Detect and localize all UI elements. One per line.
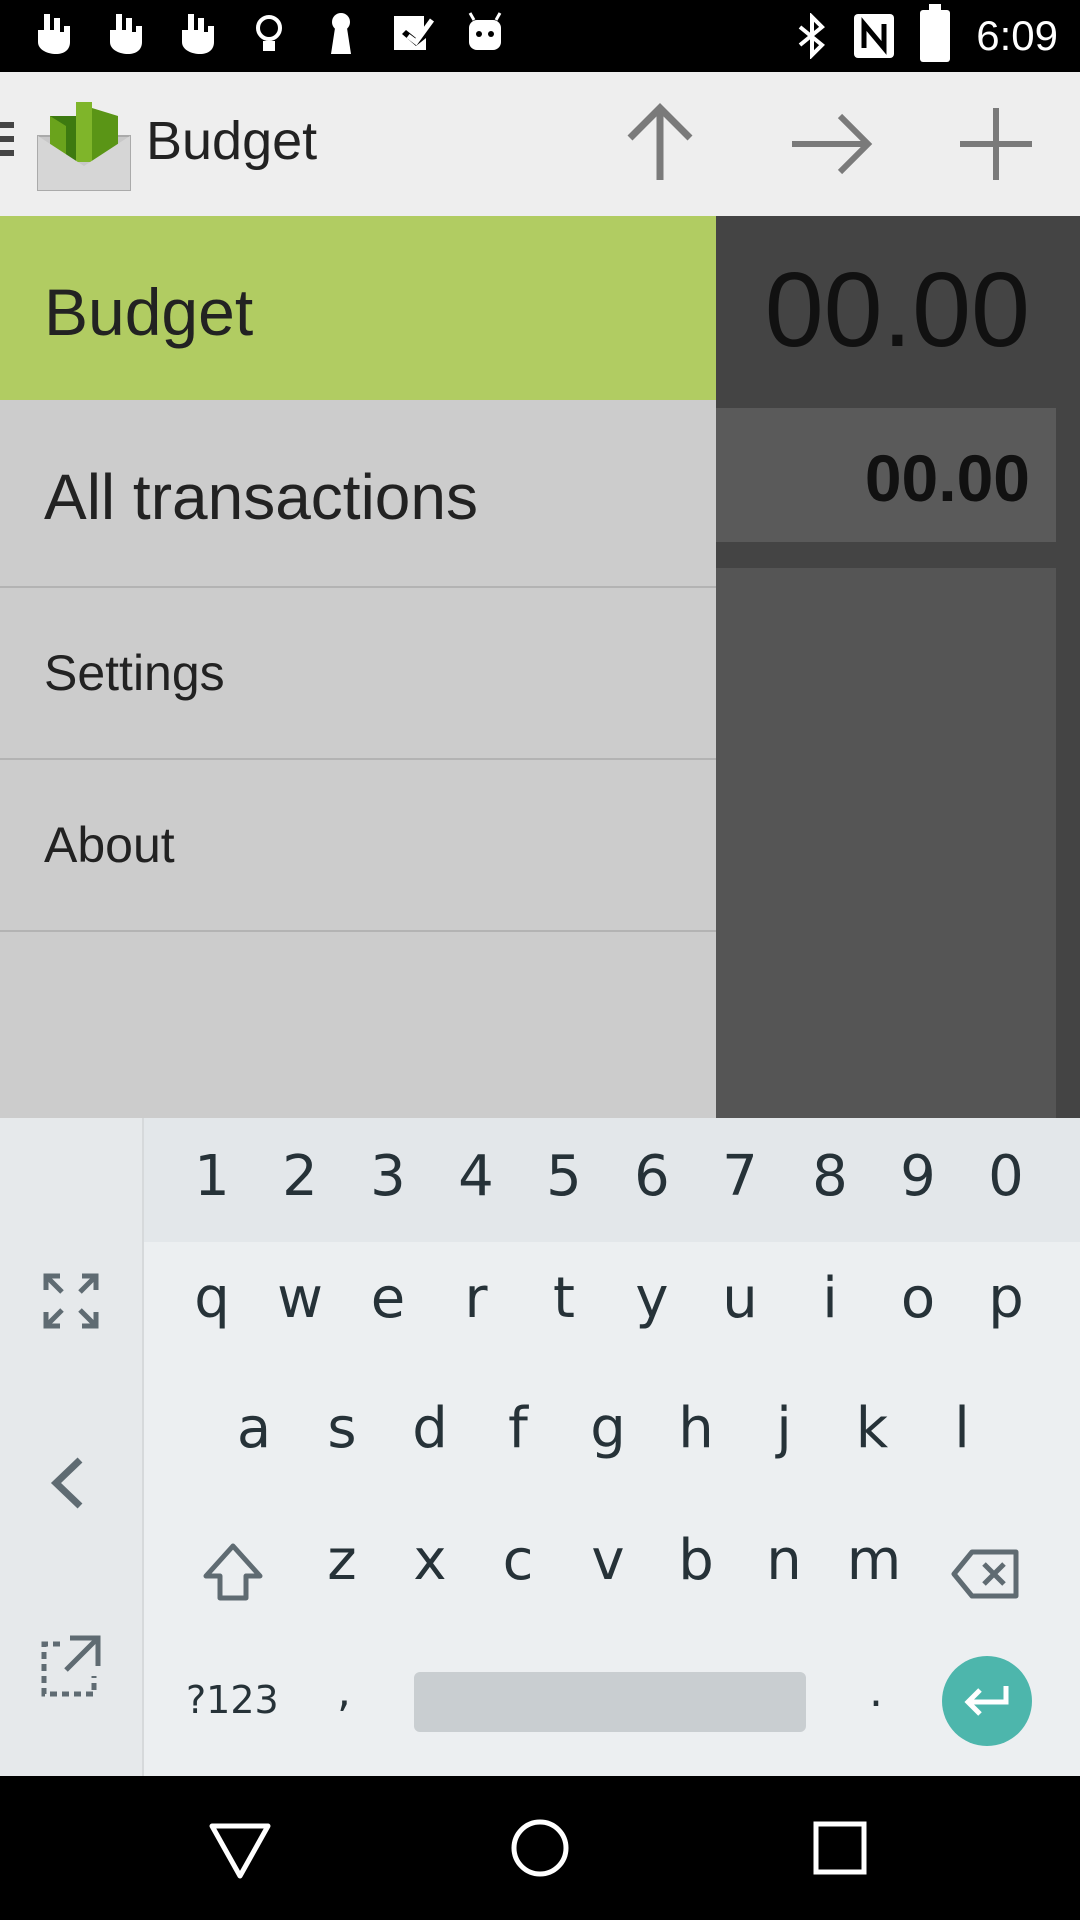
key-z[interactable]: z [302,1528,382,1593]
key-t[interactable]: t [524,1266,604,1331]
key-2[interactable]: 2 [260,1144,340,1209]
nfc-icon [854,14,895,58]
key-j[interactable]: j [744,1396,824,1461]
keyboard-side-panel [0,1118,144,1776]
drawer-item-label: Settings [44,645,225,701]
expand-icon[interactable] [36,1266,106,1336]
key-i[interactable]: i [790,1266,870,1331]
drawer-item-budget[interactable]: Budget [0,216,716,400]
menu-icon[interactable] [0,122,14,166]
soft-keyboard: 1 2 3 4 5 6 7 8 9 0 q w e r t y u i o p … [0,1118,1080,1776]
key-1[interactable]: 1 [172,1144,252,1209]
drawer-item-about[interactable]: About [0,760,716,932]
key-9[interactable]: 9 [878,1144,958,1209]
key-y[interactable]: y [612,1266,692,1331]
recents-icon[interactable] [798,1806,882,1890]
key-o[interactable]: o [878,1266,958,1331]
key-d[interactable]: d [390,1396,470,1461]
key-a[interactable]: a [214,1396,294,1461]
key-v[interactable]: v [568,1528,648,1593]
key-s[interactable]: s [302,1396,382,1461]
key-x[interactable]: x [390,1528,470,1593]
list-card [716,568,1056,1120]
drawer-item-label: All transactions [44,461,478,533]
status-bar: 6:09 [0,0,1080,72]
key-l[interactable]: l [922,1396,1002,1461]
battery-icon [920,4,951,62]
key-q[interactable]: q [172,1266,252,1331]
system-nav-bar [0,1776,1080,1920]
drawer-item-settings[interactable]: Settings [0,588,716,760]
arrow-up-icon[interactable] [612,96,708,192]
key-r[interactable]: r [436,1266,516,1331]
summary-card-amount: 00.00 [864,441,1030,515]
app-title: Budget [146,111,318,171]
key-6[interactable]: 6 [612,1144,692,1209]
space-bar[interactable] [414,1672,806,1732]
bluetooth-icon [798,13,826,59]
drawer-item-label: About [44,817,175,873]
bulb-icon [246,10,292,56]
key-3[interactable]: 3 [348,1144,428,1209]
plus-icon[interactable] [948,96,1044,192]
key-f[interactable]: f [478,1396,558,1461]
key-n[interactable]: n [744,1528,824,1593]
key-b[interactable]: b [656,1528,736,1593]
check-icon [390,10,436,56]
navigation-drawer: Budget All transactions Settings About [0,216,716,1118]
symbols-key[interactable]: ?123 [186,1678,279,1722]
comma-key[interactable]: , [304,1666,384,1717]
key-u[interactable]: u [700,1266,780,1331]
backspace-icon[interactable] [950,1546,1022,1602]
home-icon[interactable] [498,1806,582,1890]
key-0[interactable]: 0 [966,1144,1046,1209]
budget-total-amount: 00.00 [764,251,1030,369]
key-h[interactable]: h [656,1396,736,1461]
shift-icon[interactable] [198,1538,268,1608]
period-key[interactable]: . [836,1666,916,1717]
hand-icon [174,10,220,56]
key-g[interactable]: g [568,1396,648,1461]
key-5[interactable]: 5 [524,1144,604,1209]
key-k[interactable]: k [832,1396,912,1461]
hand-icon [30,10,76,56]
drawer-item-label: Budget [44,275,254,349]
enter-icon [964,1686,1009,1716]
keyhole-icon [318,10,364,56]
back-icon[interactable] [198,1806,282,1890]
key-4[interactable]: 4 [436,1144,516,1209]
app-logo [37,102,131,191]
hand-icon [102,10,148,56]
key-p[interactable]: p [966,1266,1046,1331]
chevron-left-icon[interactable] [36,1448,106,1518]
key-7[interactable]: 7 [700,1144,780,1209]
enter-key[interactable] [942,1656,1032,1746]
arrow-right-icon[interactable] [782,96,878,192]
status-time: 6:09 [976,12,1058,59]
key-c[interactable]: c [478,1528,558,1593]
key-e[interactable]: e [348,1266,428,1331]
android-icon [462,10,508,56]
notification-icons [30,10,508,56]
drawer-item-all-transactions[interactable]: All transactions [0,400,716,588]
open-external-icon[interactable] [36,1630,106,1700]
key-w[interactable]: w [260,1266,340,1331]
key-8[interactable]: 8 [790,1144,870,1209]
key-m[interactable]: m [834,1528,914,1593]
